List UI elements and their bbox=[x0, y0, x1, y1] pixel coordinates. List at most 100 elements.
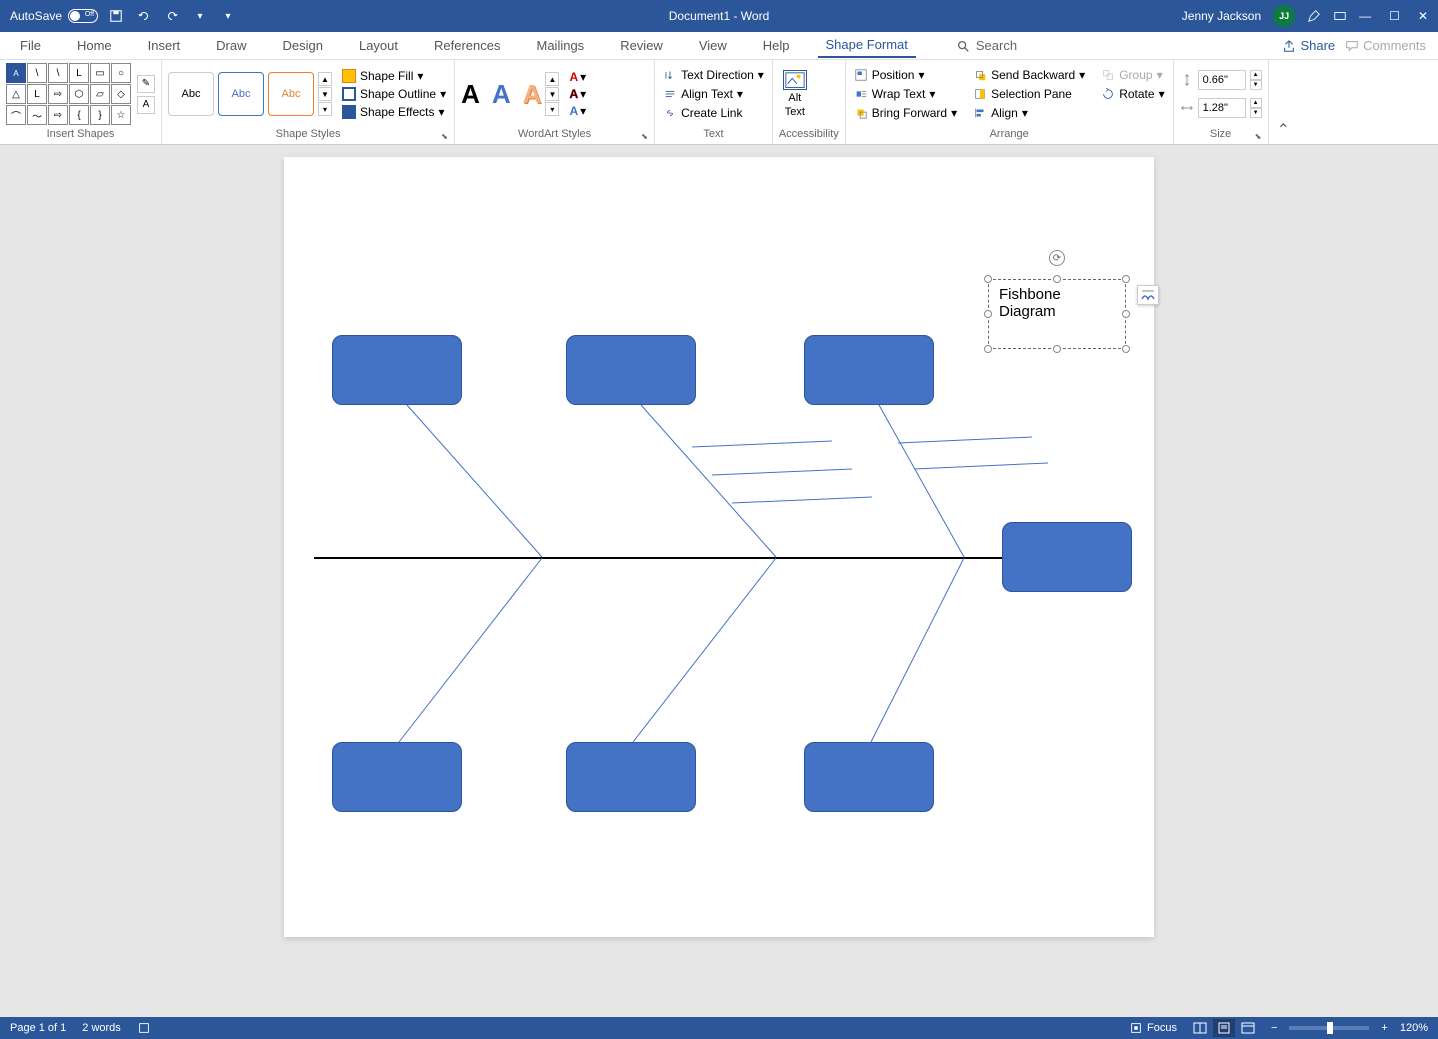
shape-oval-icon[interactable]: ○ bbox=[111, 63, 131, 83]
handle-sw[interactable] bbox=[984, 345, 992, 353]
tab-mailings[interactable]: Mailings bbox=[529, 34, 593, 57]
text-fill-button[interactable]: A ▾ bbox=[569, 70, 586, 84]
size-dialog-launcher[interactable]: ⬊ bbox=[1255, 132, 1265, 142]
word-count[interactable]: 2 words bbox=[82, 1022, 121, 1034]
share-button[interactable]: Share bbox=[1282, 38, 1335, 53]
handle-e[interactable] bbox=[1122, 310, 1130, 318]
shape-textbox-icon[interactable]: A bbox=[6, 63, 26, 83]
web-layout-icon[interactable] bbox=[1237, 1019, 1259, 1037]
tab-insert[interactable]: Insert bbox=[140, 34, 189, 57]
tab-view[interactable]: View bbox=[691, 34, 735, 57]
shape-outline-button[interactable]: Shape Outline ▾ bbox=[340, 86, 448, 102]
shape-curve-icon[interactable]: 〜 bbox=[27, 105, 47, 125]
page[interactable]: Fishbone Diagram ⟳ bbox=[284, 157, 1154, 937]
fishbone-head-box[interactable] bbox=[1002, 522, 1132, 592]
shape-brace2-icon[interactable]: } bbox=[90, 105, 110, 125]
handle-nw[interactable] bbox=[984, 275, 992, 283]
shape-line2-icon[interactable]: \ bbox=[48, 63, 68, 83]
wrap-text-button[interactable]: Wrap Text ▾ bbox=[852, 86, 959, 102]
focus-mode-button[interactable]: Focus bbox=[1129, 1021, 1177, 1035]
shape-hex-icon[interactable]: ⬡ bbox=[69, 84, 89, 104]
rotate-button[interactable]: Rotate ▾ bbox=[1099, 86, 1166, 102]
page-indicator[interactable]: Page 1 of 1 bbox=[10, 1022, 66, 1034]
cause-box-top-3[interactable] bbox=[804, 335, 934, 405]
cause-box-top-2[interactable] bbox=[566, 335, 696, 405]
alt-text-button[interactable]: Alt Text bbox=[779, 66, 811, 122]
wa-up-icon[interactable]: ▲ bbox=[545, 72, 559, 86]
comments-button[interactable]: Comments bbox=[1345, 38, 1426, 53]
style-more-icon[interactable]: ▾ bbox=[318, 102, 332, 116]
tab-design[interactable]: Design bbox=[275, 34, 331, 57]
handle-w[interactable] bbox=[984, 310, 992, 318]
collapse-ribbon-icon[interactable]: ⌃ bbox=[1269, 116, 1298, 144]
shape-star-icon[interactable]: ☆ bbox=[111, 105, 131, 125]
height-down[interactable]: ▼ bbox=[1250, 80, 1262, 90]
tab-review[interactable]: Review bbox=[612, 34, 671, 57]
shape-connector-icon[interactable]: L bbox=[69, 63, 89, 83]
selection-pane-button[interactable]: Selection Pane bbox=[971, 86, 1087, 102]
zoom-thumb[interactable] bbox=[1327, 1022, 1333, 1034]
zoom-out-button[interactable]: − bbox=[1271, 1022, 1277, 1034]
shape-line-icon[interactable]: \ bbox=[27, 63, 47, 83]
position-button[interactable]: Position ▾ bbox=[852, 67, 959, 83]
print-layout-icon[interactable] bbox=[1213, 1019, 1235, 1037]
tab-references[interactable]: References bbox=[426, 34, 508, 57]
shape-style-1[interactable]: Abc bbox=[168, 72, 214, 116]
style-up-icon[interactable]: ▲ bbox=[318, 72, 332, 86]
cause-box-bottom-3[interactable] bbox=[804, 742, 934, 812]
qat-customize-icon[interactable]: ▾ bbox=[220, 8, 236, 24]
save-icon[interactable] bbox=[108, 8, 124, 24]
shapes-gallery[interactable]: A \ \ L ▭ ○ △ L ⇨ ⬡ ▱ ◇ ⌒ 〜 ⇨ { } ☆ bbox=[6, 63, 131, 125]
wordart-dialog-launcher[interactable]: ⬊ bbox=[641, 132, 651, 142]
wa-down-icon[interactable]: ▼ bbox=[545, 87, 559, 101]
wordart-gallery[interactable]: A A A bbox=[461, 79, 541, 110]
handle-n[interactable] bbox=[1053, 275, 1061, 283]
fishbone-spine[interactable] bbox=[314, 557, 1004, 559]
shape-rect-icon[interactable]: ▭ bbox=[90, 63, 110, 83]
pen-icon[interactable] bbox=[1307, 9, 1321, 23]
redo-icon[interactable] bbox=[164, 8, 180, 24]
maximize-icon[interactable]: ☐ bbox=[1389, 9, 1400, 23]
text-effects-button[interactable]: A ▾ bbox=[569, 104, 586, 118]
minimize-icon[interactable]: — bbox=[1359, 9, 1371, 23]
edit-shape-icon[interactable]: ✎ bbox=[137, 75, 155, 93]
handle-ne[interactable] bbox=[1122, 275, 1130, 283]
shape-elbow-icon[interactable]: L bbox=[27, 84, 47, 104]
width-down[interactable]: ▼ bbox=[1250, 108, 1262, 118]
zoom-in-button[interactable]: + bbox=[1381, 1022, 1387, 1034]
close-icon[interactable]: ✕ bbox=[1418, 9, 1428, 23]
send-backward-button[interactable]: Send Backward ▾ bbox=[971, 67, 1087, 83]
title-textbox[interactable]: Fishbone Diagram ⟳ bbox=[988, 279, 1126, 349]
draw-textbox-icon[interactable]: A bbox=[137, 96, 155, 114]
width-up[interactable]: ▲ bbox=[1250, 98, 1262, 108]
styles-dialog-launcher[interactable]: ⬊ bbox=[441, 132, 451, 142]
text-outline-button[interactable]: A ▾ bbox=[569, 87, 586, 101]
search-box[interactable]: Search bbox=[956, 38, 1017, 53]
create-link-button[interactable]: Create Link bbox=[661, 105, 766, 121]
align-text-button[interactable]: Align Text ▾ bbox=[661, 86, 766, 102]
shape-flag-icon[interactable]: ▱ bbox=[90, 84, 110, 104]
tab-file[interactable]: File bbox=[12, 34, 49, 57]
wa-more-icon[interactable]: ▾ bbox=[545, 102, 559, 116]
wordart-1[interactable]: A bbox=[461, 79, 480, 110]
shape-style-3[interactable]: Abc bbox=[268, 72, 314, 116]
shape-triangle-icon[interactable]: △ bbox=[6, 84, 26, 104]
document-area[interactable]: Fishbone Diagram ⟳ bbox=[0, 145, 1438, 1017]
shape-brace-icon[interactable]: { bbox=[69, 105, 89, 125]
autosave-toggle[interactable]: AutoSave Off bbox=[10, 9, 98, 23]
tab-layout[interactable]: Layout bbox=[351, 34, 406, 57]
tab-shape-format[interactable]: Shape Format bbox=[818, 33, 916, 58]
spell-check-icon[interactable] bbox=[137, 1021, 151, 1035]
wordart-2[interactable]: A bbox=[492, 79, 511, 110]
cause-box-bottom-1[interactable] bbox=[332, 742, 462, 812]
shape-arrow-icon[interactable]: ⇨ bbox=[48, 84, 68, 104]
height-input[interactable] bbox=[1198, 70, 1246, 90]
shape-arrow2-icon[interactable]: ⇨ bbox=[48, 105, 68, 125]
tab-home[interactable]: Home bbox=[69, 34, 120, 57]
shape-arc-icon[interactable]: ⌒ bbox=[6, 105, 26, 125]
layout-options-button[interactable] bbox=[1137, 285, 1159, 305]
user-avatar[interactable]: JJ bbox=[1273, 5, 1295, 27]
tab-draw[interactable]: Draw bbox=[208, 34, 254, 57]
height-up[interactable]: ▲ bbox=[1250, 70, 1262, 80]
style-down-icon[interactable]: ▼ bbox=[318, 87, 332, 101]
